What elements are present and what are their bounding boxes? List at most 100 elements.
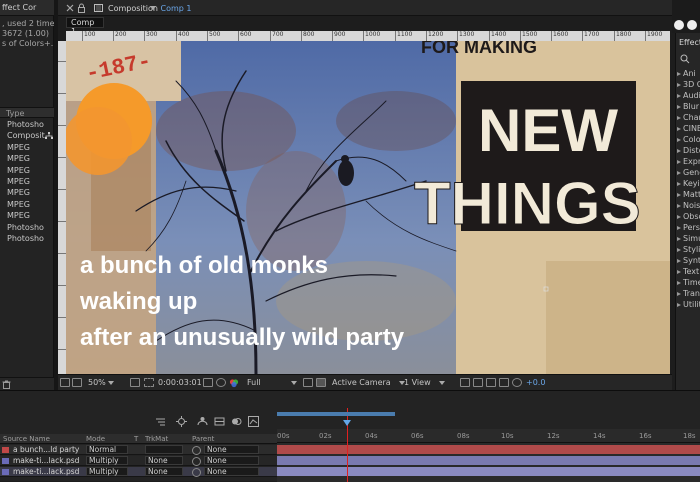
window-control-icon[interactable] — [674, 20, 684, 30]
fast-previews-icon[interactable] — [473, 378, 483, 387]
effect-category[interactable]: Noise — [677, 200, 700, 211]
monitor-icon[interactable] — [72, 378, 82, 387]
effect-category[interactable]: Text — [677, 266, 699, 277]
layer-duration-bar[interactable] — [277, 456, 700, 465]
frame-blending-icon[interactable] — [214, 416, 225, 427]
layer-row[interactable]: make-ti...lack.psd Multiply None None — [0, 456, 277, 466]
project-item[interactable]: MPEG — [0, 199, 54, 210]
zoom-dropdown[interactable]: 50% — [88, 378, 114, 387]
layer-duration-bar[interactable] — [277, 467, 700, 476]
trash-icon[interactable] — [2, 380, 11, 389]
blend-mode-dropdown[interactable]: Multiply — [86, 467, 128, 476]
track-matte-t-column[interactable]: T — [134, 435, 138, 443]
exposure-value[interactable]: +0.0 — [526, 378, 545, 387]
blend-mode-dropdown[interactable]: Multiply — [86, 456, 128, 465]
effect-category[interactable]: Matte — [677, 189, 700, 200]
resolution-dropdown[interactable]: Full — [247, 378, 297, 387]
effect-category[interactable]: 3D C — [677, 79, 700, 90]
effect-category[interactable]: Utilit — [677, 299, 700, 310]
search-icon[interactable] — [678, 53, 699, 65]
snapshot-camera-icon[interactable] — [203, 378, 213, 387]
project-item[interactable]: MPEG — [0, 142, 54, 153]
effect-category[interactable]: Trans — [677, 288, 700, 299]
parent-dropdown[interactable]: None — [204, 456, 259, 465]
blend-mode-dropdown[interactable]: Normal — [86, 445, 128, 454]
effects-panel-title[interactable]: Effects — [679, 38, 700, 47]
flowchart-icon[interactable] — [499, 378, 509, 387]
grid-icon[interactable] — [144, 378, 154, 387]
effect-category[interactable]: Ani — [677, 68, 696, 79]
effect-category[interactable]: Styliz — [677, 244, 700, 255]
effect-category[interactable]: Gene — [677, 167, 700, 178]
source-name-column[interactable]: Source Name — [3, 435, 50, 443]
parent-column[interactable]: Parent — [192, 435, 214, 443]
project-item[interactable]: MPEG — [0, 210, 54, 221]
trkmat-dropdown[interactable]: None — [145, 456, 183, 465]
project-item[interactable]: Composit — [0, 130, 54, 141]
camera-dropdown[interactable]: Active Camera — [332, 378, 405, 387]
composition-viewer[interactable]: FOR MAKING NEW THINGS -187- a bunch of o… — [66, 41, 670, 374]
draft-3d-icon[interactable] — [176, 416, 187, 427]
parent-dropdown[interactable]: None — [204, 445, 259, 454]
panel-menu-icon[interactable] — [150, 6, 156, 10]
timeline-icon[interactable] — [486, 378, 496, 387]
project-item[interactable]: MPEG — [0, 153, 54, 164]
layer-row[interactable]: make-ti...lack.psd Multiply None None — [0, 467, 277, 477]
window-control-icon[interactable] — [687, 20, 697, 30]
layer-row[interactable]: a bunch...ld party Normal None — [0, 445, 277, 455]
motion-blur-icon[interactable] — [231, 416, 242, 427]
project-item[interactable]: Photosho — [0, 119, 54, 130]
effect-category[interactable]: Expre — [677, 156, 700, 167]
comp-mini-flowchart-icon[interactable] — [155, 417, 166, 426]
current-time-indicator[interactable] — [343, 420, 351, 426]
effect-category[interactable]: Audi — [677, 90, 700, 101]
layer-name[interactable]: a bunch...ld party — [13, 445, 79, 455]
effect-category[interactable]: Synth — [677, 255, 700, 266]
project-item[interactable]: MPEG — [0, 165, 54, 176]
time-ruler[interactable]: 00s 02s 04s 06s 08s 10s 12s 14s 16s 18s — [277, 429, 700, 443]
parent-dropdown[interactable]: None — [204, 467, 259, 476]
color-channels-icon[interactable] — [229, 378, 239, 388]
close-icon[interactable] — [66, 4, 74, 12]
horizontal-ruler[interactable]: 100 200 300 400 500 600 700 800 900 1000… — [66, 31, 670, 41]
vertical-ruler[interactable] — [58, 41, 66, 374]
safe-zones-icon[interactable] — [130, 378, 140, 387]
timecode-field[interactable]: 0:00:03:01 — [158, 378, 202, 387]
project-item[interactable]: MPEG — [0, 187, 54, 198]
shy-layers-icon[interactable] — [197, 416, 208, 427]
project-item[interactable]: Photosho — [0, 222, 54, 233]
transparency-grid-icon[interactable] — [316, 378, 326, 387]
toggle-pixel-aspect-icon[interactable] — [460, 378, 470, 387]
layer-duration-bar[interactable] — [277, 445, 700, 454]
lock-icon[interactable] — [78, 3, 85, 13]
project-item[interactable]: MPEG — [0, 176, 54, 187]
trkmat-column[interactable]: TrkMat — [145, 435, 168, 443]
reset-exposure-icon[interactable] — [512, 378, 522, 387]
effect-category[interactable]: Disto — [677, 145, 700, 156]
effect-category[interactable]: CINE — [677, 123, 700, 134]
project-type-column-header[interactable]: Type — [0, 107, 54, 118]
effect-category[interactable]: Time — [677, 277, 700, 288]
trkmat-dropdown[interactable] — [145, 445, 183, 454]
pick-whip-icon[interactable] — [192, 468, 201, 477]
graph-editor-icon[interactable] — [248, 416, 259, 427]
effect-controls-tab[interactable]: ffect Cor — [0, 0, 54, 16]
timeline-track-area[interactable]: 00s 02s 04s 06s 08s 10s 12s 14s 16s 18s — [277, 429, 700, 482]
effect-category[interactable]: Chan — [677, 112, 700, 123]
effect-category[interactable]: Blur — [677, 101, 699, 112]
layer-name[interactable]: make-ti...lack.psd — [13, 467, 79, 477]
comp-navigator-tab[interactable]: Comp 1 — [66, 17, 104, 36]
views-dropdown[interactable]: 1 View — [404, 378, 445, 387]
text-layer-overlay[interactable]: a bunch of old monks waking up after an … — [80, 248, 404, 356]
project-item[interactable]: Photosho — [0, 233, 54, 244]
layer-name[interactable]: make-ti...lack.psd — [13, 456, 79, 466]
pick-whip-icon[interactable] — [192, 446, 201, 455]
show-snapshot-icon[interactable] — [216, 378, 226, 387]
effect-category[interactable]: Obso — [677, 211, 700, 222]
pick-whip-icon[interactable] — [192, 457, 201, 466]
effect-category[interactable]: Persp — [677, 222, 700, 233]
region-of-interest-icon[interactable] — [303, 378, 313, 387]
effect-category[interactable]: Keyin — [677, 178, 700, 189]
effect-category[interactable]: Colo — [677, 134, 700, 145]
work-area-bar[interactable] — [277, 412, 395, 416]
